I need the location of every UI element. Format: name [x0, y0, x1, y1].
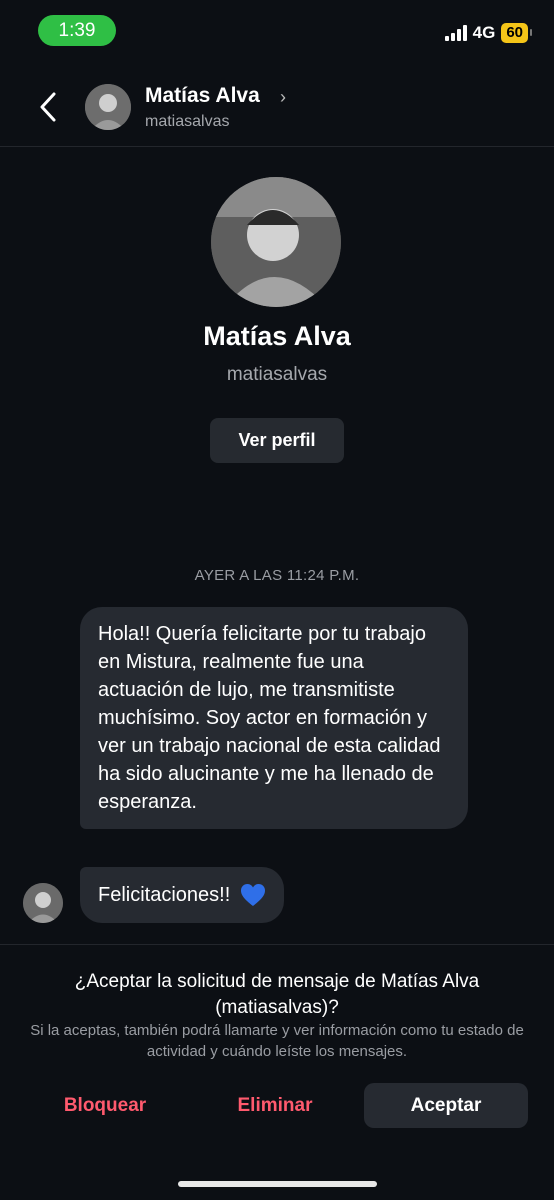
home-indicator[interactable]	[178, 1181, 377, 1187]
chevron-right-icon[interactable]: ›	[280, 87, 286, 108]
avatar[interactable]	[85, 84, 131, 130]
sender-avatar[interactable]	[23, 883, 63, 923]
message-bubble[interactable]: Hola!! Quería felicitarte por tu trabajo…	[80, 607, 468, 829]
message-text: Felicitaciones!!	[98, 884, 231, 906]
message-timestamp: AYER A LAS 11:24 P.M.	[194, 567, 360, 584]
request-title: ¿Aceptar la solicitud de mensaje de Matí…	[74, 971, 480, 1018]
accept-button[interactable]: Aceptar	[364, 1083, 528, 1128]
header-divider	[0, 146, 554, 147]
network-label: 4G	[472, 23, 496, 42]
profile-avatar[interactable]	[211, 177, 341, 307]
block-button[interactable]: Bloquear	[40, 1083, 170, 1128]
message-bubble[interactable]: Felicitaciones!!	[80, 867, 285, 923]
profile-name: Matías Alva	[203, 321, 351, 351]
blue-heart-icon	[241, 884, 266, 906]
delete-button[interactable]: Eliminar	[210, 1083, 340, 1128]
status-time: 1:39	[38, 15, 116, 46]
battery-icon: 60	[501, 23, 532, 43]
header-username: matiasalvas	[145, 113, 230, 130]
view-profile-button[interactable]: Ver perfil	[210, 418, 344, 463]
signal-icon	[444, 25, 467, 41]
request-description: Si la aceptas, también podrá llamarte y …	[30, 1022, 524, 1060]
request-divider	[0, 944, 554, 945]
header-name[interactable]: Matías Alva	[145, 84, 260, 108]
profile-username: matiasalvas	[226, 364, 328, 385]
back-arrow-icon[interactable]	[36, 90, 62, 124]
status-indicators: 4G 60	[444, 22, 532, 44]
